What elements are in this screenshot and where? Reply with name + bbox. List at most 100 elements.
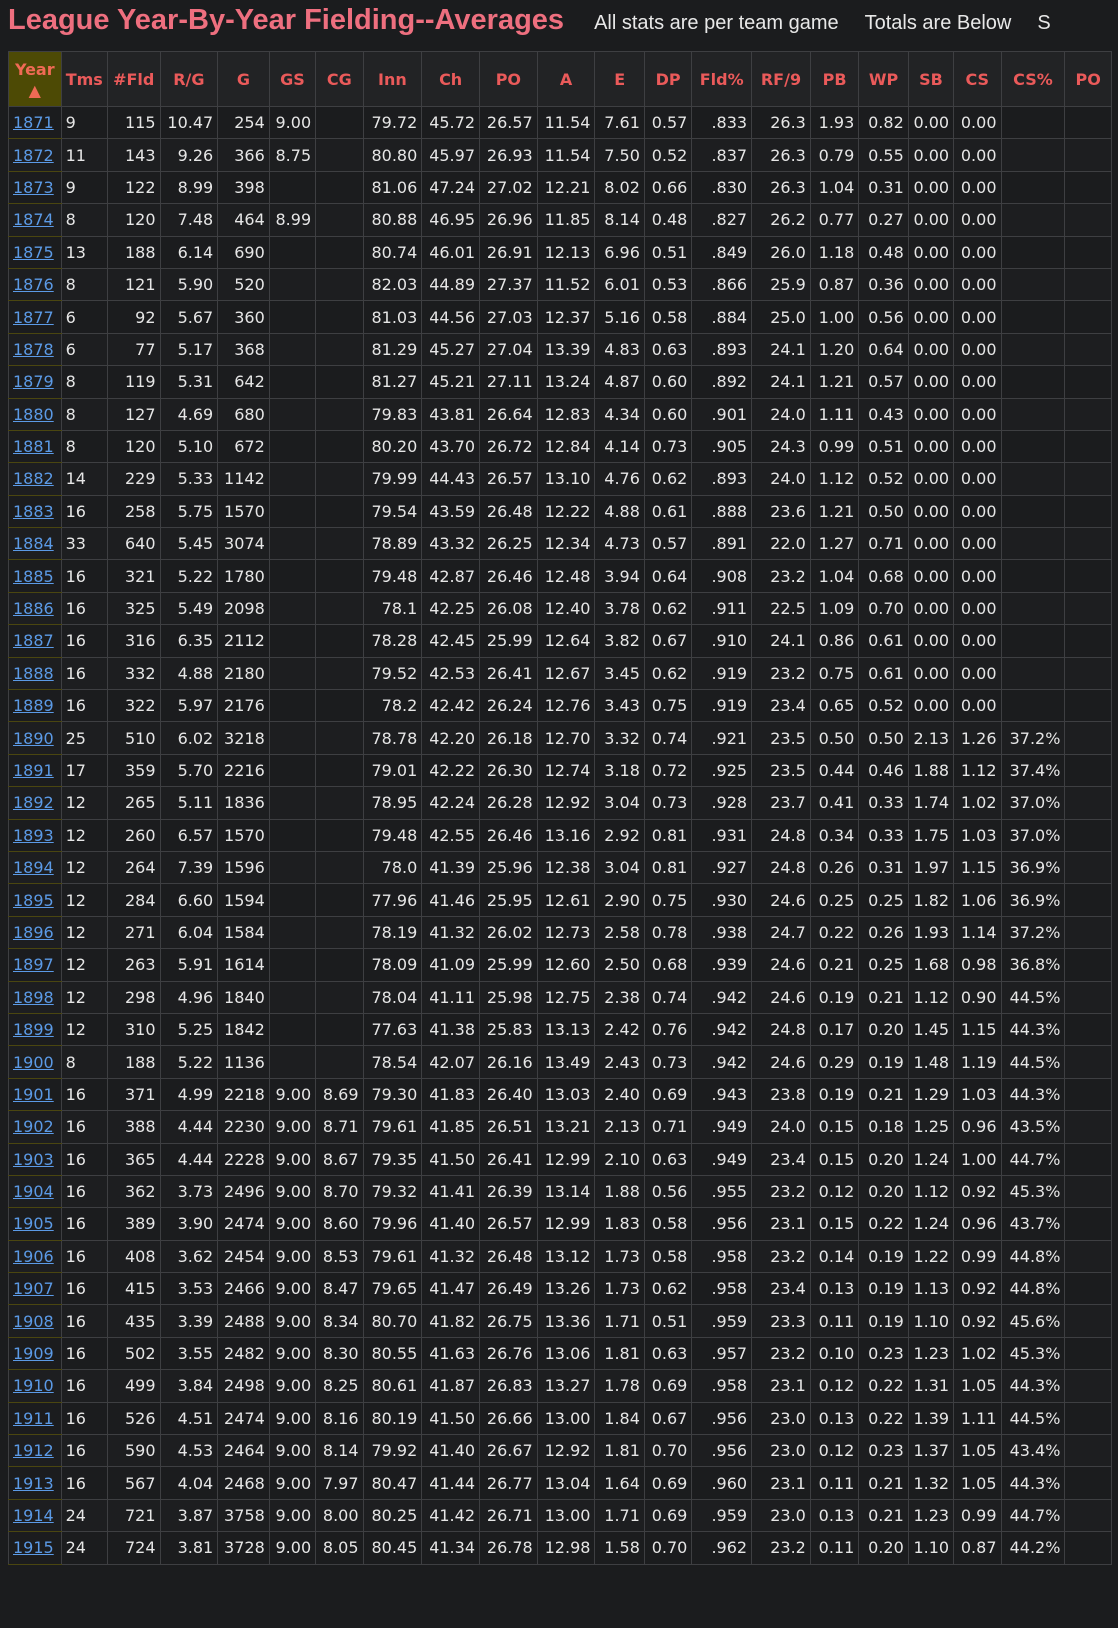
year-link[interactable]: 1875 (13, 243, 54, 262)
year-link[interactable]: 1903 (13, 1150, 54, 1169)
year-link[interactable]: 1881 (13, 437, 54, 456)
column-header-fld[interactable]: #Fld (106, 51, 161, 107)
year-link[interactable]: 1914 (13, 1506, 54, 1525)
cell-ch: 41.39 (421, 850, 480, 885)
column-header-ch[interactable]: Ch (421, 51, 480, 107)
cell-dp: 0.62 (643, 1272, 693, 1306)
year-link[interactable]: 1873 (13, 178, 54, 197)
cell-year: 1905 (8, 1207, 62, 1241)
column-header-tms[interactable]: Tms (60, 51, 108, 107)
cell-dp: 0.57 (643, 105, 693, 140)
year-link[interactable]: 1899 (13, 1020, 54, 1039)
year-link[interactable]: 1880 (13, 405, 54, 424)
year-link[interactable]: 1912 (13, 1441, 54, 1460)
year-link[interactable]: 1906 (13, 1247, 54, 1266)
cell-year: 1894 (8, 850, 62, 885)
year-link[interactable]: 1907 (13, 1279, 54, 1298)
cell-po: 26.49 (479, 1272, 538, 1306)
cell-cs: 1.12 (953, 753, 1002, 788)
year-link[interactable]: 1911 (13, 1409, 54, 1428)
year-link[interactable]: 1895 (13, 891, 54, 910)
year-link[interactable]: 1897 (13, 955, 54, 974)
year-link[interactable]: 1883 (13, 502, 54, 521)
year-link[interactable]: 1872 (13, 146, 54, 165)
column-header-wp[interactable]: WP (858, 51, 909, 107)
cell-fld: .957 (691, 1336, 753, 1371)
column-header-g[interactable]: G (217, 51, 270, 107)
year-link[interactable]: 1876 (13, 275, 54, 294)
cell-wp: 0.23 (858, 1434, 909, 1468)
year-link[interactable]: 1892 (13, 793, 54, 812)
column-header-e[interactable]: E (594, 51, 645, 107)
cell-gs (268, 591, 317, 626)
column-header-cg[interactable]: CG (315, 51, 364, 107)
column-header-po-pickoffs[interactable]: PO (1064, 51, 1112, 107)
totals-below-link[interactable]: Totals are Below (865, 12, 1012, 35)
year-link[interactable]: 1874 (13, 210, 54, 229)
cell-cs: 0.00 (953, 624, 1002, 658)
cell-year: 1872 (8, 138, 62, 172)
year-link[interactable]: 1910 (13, 1376, 54, 1395)
cell-po: 26.46 (479, 559, 538, 593)
cell-e: 2.43 (594, 1045, 645, 1079)
cell-cs: 44.2% (1000, 1531, 1066, 1565)
cell-fld: 316 (106, 624, 161, 658)
cell-wp: 0.19 (858, 1272, 909, 1306)
year-link[interactable]: 1891 (13, 761, 54, 780)
year-link[interactable]: 1904 (13, 1182, 54, 1201)
cell-po (1064, 883, 1112, 917)
cell-sb: 0.00 (907, 203, 955, 237)
year-link[interactable]: 1893 (13, 826, 54, 845)
year-link[interactable]: 1886 (13, 599, 54, 618)
year-link[interactable]: 1879 (13, 372, 54, 391)
year-link[interactable]: 1905 (13, 1214, 54, 1233)
cell-sb: 0.00 (907, 170, 955, 205)
column-header-po[interactable]: PO (479, 51, 538, 107)
cell-rf-9: 26.3 (751, 138, 811, 172)
year-link[interactable]: 1890 (13, 729, 54, 748)
year-link[interactable]: 1898 (13, 988, 54, 1007)
year-link[interactable]: 1887 (13, 631, 54, 650)
year-link[interactable]: 1913 (13, 1474, 54, 1493)
column-header-dp[interactable]: DP (643, 51, 693, 107)
year-link[interactable]: 1909 (13, 1344, 54, 1363)
year-link[interactable]: 1902 (13, 1117, 54, 1136)
column-header-cs[interactable]: CS (953, 51, 1002, 107)
year-link[interactable]: 1896 (13, 923, 54, 942)
year-link[interactable]: 1894 (13, 858, 54, 877)
year-link[interactable]: 1901 (13, 1085, 54, 1104)
year-link[interactable]: 1878 (13, 340, 54, 359)
year-link[interactable]: 1884 (13, 534, 54, 553)
column-header-fld[interactable]: Fld% (691, 51, 753, 107)
column-header-year[interactable]: Year ▲ (8, 51, 62, 107)
column-header-r-g[interactable]: R/G (159, 51, 219, 107)
column-header-inn[interactable]: Inn (362, 51, 423, 107)
column-header-pb[interactable]: PB (809, 51, 860, 107)
year-link[interactable]: 1882 (13, 469, 54, 488)
column-header-cs[interactable]: CS% (1000, 51, 1066, 107)
year-link[interactable]: 1871 (13, 113, 54, 132)
cell-fld: .892 (691, 365, 753, 399)
cell-cg (315, 332, 364, 367)
cell-fld: .921 (691, 721, 753, 755)
year-link[interactable]: 1877 (13, 308, 54, 327)
column-header-sb[interactable]: SB (907, 51, 955, 107)
column-header-rf-9[interactable]: RF/9 (751, 51, 811, 107)
cell-po (1064, 1336, 1112, 1371)
cell-pb: 0.17 (809, 1012, 860, 1047)
year-link[interactable]: 1915 (13, 1538, 54, 1557)
cell-pb: 1.21 (809, 494, 860, 529)
cell-po (1064, 591, 1112, 626)
year-link[interactable]: 1885 (13, 567, 54, 586)
cell-e: 8.14 (594, 203, 645, 237)
cell-inn: 79.99 (362, 462, 423, 496)
cell-pb: 1.04 (809, 559, 860, 593)
column-header-a[interactable]: A (536, 51, 596, 107)
year-link[interactable]: 1908 (13, 1312, 54, 1331)
cell-year: 1880 (8, 397, 62, 431)
year-link[interactable]: 1900 (13, 1053, 54, 1072)
column-header-gs[interactable]: GS (268, 51, 317, 107)
year-link[interactable]: 1889 (13, 696, 54, 715)
year-link[interactable]: 1888 (13, 664, 54, 683)
cell-gs (268, 462, 317, 496)
